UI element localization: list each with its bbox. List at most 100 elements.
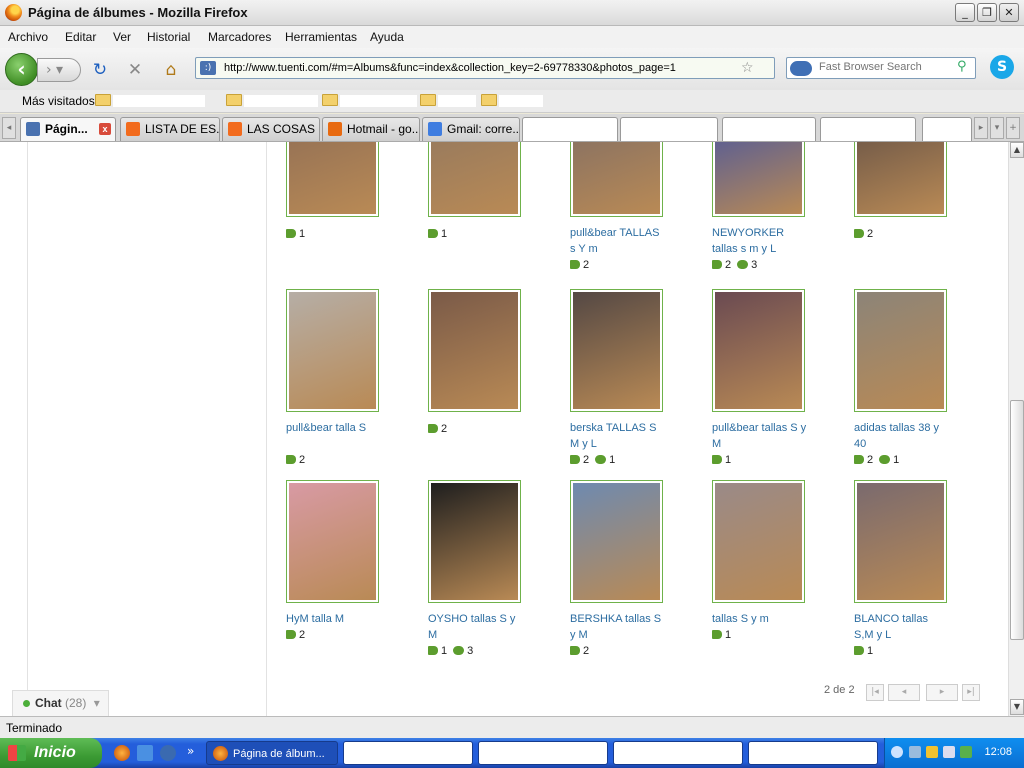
menu-herramientas[interactable]: Herramientas	[285, 30, 357, 44]
tab-close-icon[interactable]: x	[99, 123, 111, 135]
photo-thumbnail[interactable]	[428, 289, 521, 412]
close-button[interactable]: ✕	[999, 3, 1019, 22]
bookmark-folder-icon[interactable]	[481, 94, 497, 106]
bookmark-folder-icon[interactable]	[226, 94, 242, 106]
menu-ver[interactable]: Ver	[113, 30, 131, 44]
search-input[interactable]	[819, 61, 949, 73]
tab-blank[interactable]	[722, 117, 816, 141]
bookmark-folder-icon[interactable]	[95, 94, 111, 106]
url-bar[interactable]: :) http://www.tuenti.com/#m=Albums&func=…	[195, 57, 775, 79]
next-page-button[interactable]: ▸	[926, 684, 958, 701]
skype-icon[interactable]: S	[990, 55, 1014, 79]
tab-hotmail[interactable]: Hotmail - go...	[322, 117, 420, 141]
maximize-button[interactable]: ❐	[977, 3, 997, 22]
photo-thumbnail[interactable]	[570, 480, 663, 603]
tab-gmail[interactable]: Gmail: corre...	[422, 117, 520, 141]
photo-thumbnail[interactable]	[286, 289, 379, 412]
photo-thumbnail[interactable]	[428, 480, 521, 603]
photo-caption[interactable]: pull&bear talla S	[286, 420, 382, 436]
media-player-quicklaunch-icon[interactable]	[160, 745, 176, 761]
search-icon[interactable]: ⚲	[957, 59, 967, 74]
start-button[interactable]: Inicio	[0, 738, 102, 768]
photo-caption[interactable]: BLANCO tallas S,M y L	[854, 611, 950, 643]
taskbar-window[interactable]	[613, 741, 743, 765]
taskbar-window[interactable]	[478, 741, 608, 765]
bookmark-item[interactable]	[438, 95, 476, 107]
photo-thumbnail[interactable]	[286, 480, 379, 603]
bookmark-item[interactable]	[113, 95, 205, 107]
photo-caption[interactable]: berska TALLAS S M y L	[570, 420, 666, 452]
tag-icon	[286, 455, 296, 464]
chat-button[interactable]: Chat (28) ▾	[12, 690, 109, 716]
tab-list-icon[interactable]: ▾	[990, 117, 1004, 139]
tab-new-icon[interactable]: +	[1006, 117, 1020, 139]
minimize-button[interactable]: _	[955, 3, 975, 22]
bookmark-item[interactable]	[244, 95, 318, 107]
taskbar-firefox-window[interactable]: Página de álbum...	[206, 741, 338, 765]
tray-expand-icon[interactable]	[891, 746, 903, 758]
photo-thumbnail[interactable]	[712, 289, 805, 412]
menu-ayuda[interactable]: Ayuda	[370, 30, 404, 44]
search-engine-icon[interactable]	[790, 61, 812, 76]
tab-scroll-right-icon[interactable]: ▸	[974, 117, 988, 139]
wifi-signal-icon[interactable]	[960, 746, 972, 758]
scroll-down-icon[interactable]: ▼	[1010, 699, 1024, 715]
tab-blank[interactable]	[522, 117, 618, 141]
photo-thumbnail[interactable]	[428, 142, 521, 217]
photo-thumbnail[interactable]	[854, 142, 947, 217]
tab-tuenti[interactable]: Págin... x	[20, 117, 116, 141]
taskbar-window[interactable]	[343, 741, 473, 765]
photo-thumbnail[interactable]	[286, 142, 379, 217]
firefox-quicklaunch-icon[interactable]	[114, 745, 130, 761]
tab-scroll-left-icon[interactable]: ◂	[2, 117, 16, 139]
bookmark-folder-icon[interactable]	[420, 94, 436, 106]
url-text[interactable]: http://www.tuenti.com/#m=Albums&func=ind…	[224, 62, 676, 74]
photo-thumbnail[interactable]	[570, 142, 663, 217]
bookmark-folder-icon[interactable]	[322, 94, 338, 106]
photo-thumbnail[interactable]	[712, 142, 805, 217]
search-box[interactable]: ⚲	[786, 57, 976, 79]
scroll-thumb[interactable]	[1010, 400, 1024, 640]
last-page-button[interactable]: ▸|	[962, 684, 980, 701]
menu-marcadores[interactable]: Marcadores	[208, 30, 271, 44]
photo-caption[interactable]: tallas S y m	[712, 611, 808, 627]
taskbar-window[interactable]	[748, 741, 878, 765]
back-button[interactable]: ‹	[5, 53, 38, 86]
photo-thumbnail[interactable]	[712, 480, 805, 603]
bookmark-star-icon[interactable]: ☆	[741, 60, 754, 76]
bookmark-item[interactable]	[499, 95, 543, 107]
users-icon[interactable]	[943, 746, 955, 758]
network-icon[interactable]	[909, 746, 921, 758]
prev-page-button[interactable]: ◂	[888, 684, 920, 701]
tab-blank[interactable]	[820, 117, 916, 141]
menu-historial[interactable]: Historial	[147, 30, 190, 44]
photo-caption[interactable]: pull&bear TALLAS s Y m	[570, 225, 666, 257]
photo-thumbnail[interactable]	[570, 289, 663, 412]
scroll-up-icon[interactable]: ▲	[1010, 142, 1024, 158]
bookmark-item[interactable]	[340, 95, 417, 107]
tab-lista[interactable]: LISTA DE ES...	[120, 117, 220, 141]
reload-icon[interactable]: ↻	[90, 60, 110, 80]
photo-caption[interactable]: BERSHKA tallas S y M	[570, 611, 666, 643]
quicklaunch-more-icon[interactable]: »	[187, 744, 194, 758]
security-shield-icon[interactable]	[926, 746, 938, 758]
photo-caption[interactable]: adidas tallas 38 y 40	[854, 420, 950, 452]
stop-icon[interactable]: ✕	[125, 60, 145, 80]
tab-las-cosas[interactable]: LAS COSAS ...	[222, 117, 320, 141]
forward-button[interactable]: › ▾	[37, 58, 81, 82]
menu-editar[interactable]: Editar	[65, 30, 96, 44]
photo-caption[interactable]: HyM talla M	[286, 611, 382, 627]
photo-caption[interactable]: pull&bear tallas S y M	[712, 420, 808, 452]
photo-caption[interactable]: OYSHO tallas S y M	[428, 611, 524, 643]
tab-blank[interactable]	[620, 117, 718, 141]
ie-quicklaunch-icon[interactable]	[137, 745, 153, 761]
photo-thumbnail[interactable]	[854, 289, 947, 412]
tab-blank[interactable]	[922, 117, 972, 141]
vertical-scrollbar[interactable]: ▲ ▼	[1008, 142, 1024, 716]
menu-archivo[interactable]: Archivo	[8, 30, 48, 44]
photo-thumbnail[interactable]	[854, 480, 947, 603]
photo-caption[interactable]: NEWYORKER tallas s m y L	[712, 225, 808, 257]
bookmark-most-visited[interactable]: Más visitados	[22, 94, 95, 108]
first-page-button[interactable]: |◂	[866, 684, 884, 701]
home-icon[interactable]: ⌂	[161, 60, 181, 80]
